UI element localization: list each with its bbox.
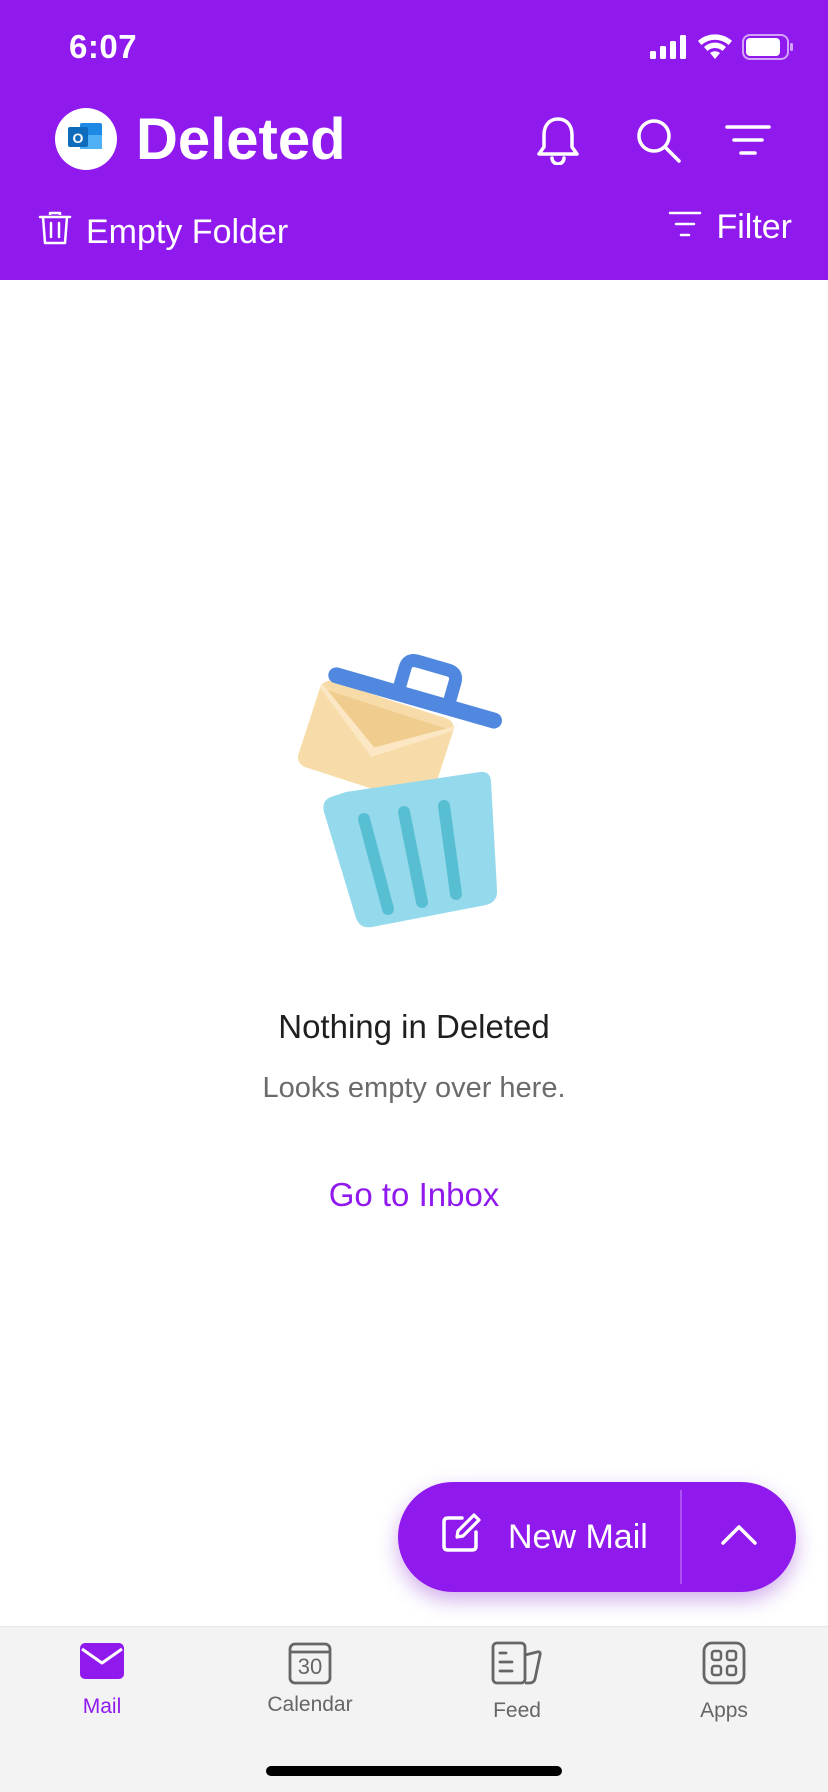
status-time: 6:07 (69, 28, 138, 65)
notifications-button[interactable] (530, 114, 586, 170)
apps-grid-icon (702, 1641, 746, 1691)
empty-folder-label: Empty Folder (86, 213, 289, 251)
tab-apps-label: Apps (700, 1699, 748, 1722)
search-icon (634, 116, 682, 169)
mail-icon (79, 1641, 125, 1687)
search-button[interactable] (630, 114, 686, 170)
outlook-logo-icon: O (68, 121, 104, 158)
compose-icon (440, 1512, 482, 1563)
new-mail-label: New Mail (508, 1517, 648, 1556)
tab-calendar[interactable]: 30 Calendar (230, 1641, 390, 1741)
app-header: 6:07 O Deleted Empty Folder Filter (0, 0, 828, 280)
tab-apps[interactable]: Apps (644, 1641, 804, 1741)
empty-folder-button[interactable]: Empty Folder (38, 210, 288, 255)
empty-state-title: Nothing in Deleted (278, 1008, 550, 1045)
new-mail-button[interactable]: New Mail (398, 1482, 680, 1592)
wifi-icon (698, 34, 732, 65)
home-indicator[interactable] (266, 1766, 562, 1776)
trash-icon (38, 210, 72, 255)
filter-label: Filter (716, 208, 792, 246)
status-icons (650, 34, 794, 65)
filter-button[interactable]: Filter (668, 208, 792, 247)
sort-button[interactable] (720, 114, 776, 170)
new-mail-fab: New Mail (398, 1482, 796, 1592)
bell-icon (536, 115, 580, 170)
tab-mail[interactable]: Mail (22, 1641, 182, 1741)
calendar-icon: 30 (288, 1641, 332, 1685)
tab-calendar-label: Calendar (267, 1693, 353, 1716)
sort-lines-icon (725, 123, 771, 162)
cellular-signal-icon (650, 35, 688, 64)
feed-icon (491, 1641, 543, 1691)
folder-action-row: Empty Folder Filter (0, 200, 828, 270)
page-title: Deleted (136, 107, 346, 172)
tab-feed[interactable]: Feed (437, 1641, 597, 1741)
title-row: O Deleted (0, 100, 828, 200)
status-bar: 6:07 (0, 0, 828, 100)
svg-text:O: O (73, 130, 84, 146)
fab-expand-button[interactable] (682, 1482, 796, 1592)
filter-icon (668, 208, 702, 247)
outlook-avatar[interactable]: O (55, 108, 117, 170)
calendar-day-number: 30 (297, 1654, 323, 1679)
tab-feed-label: Feed (493, 1699, 541, 1722)
trash-illustration (284, 644, 544, 964)
tab-mail-label: Mail (82, 1695, 122, 1718)
battery-icon (742, 34, 794, 65)
go-to-inbox-link[interactable]: Go to Inbox (0, 1176, 828, 1214)
chevron-up-icon (720, 1523, 758, 1552)
empty-state-subtitle: Looks empty over here. (262, 1072, 566, 1104)
